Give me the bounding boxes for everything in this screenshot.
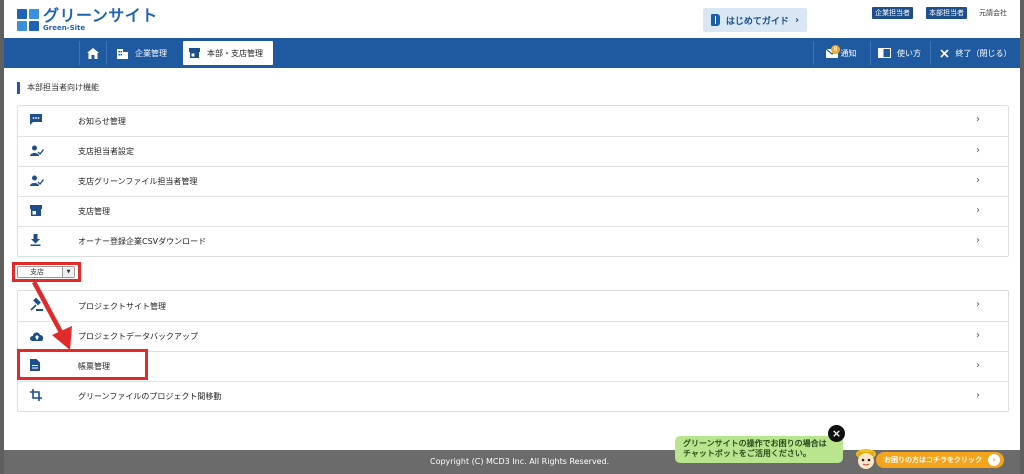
- main-content: 本部担当者向け機能 お知らせ管理 › 支店担当者設定 › 支店グリーンファイル担…: [4, 68, 1020, 450]
- download-icon: [18, 234, 78, 249]
- nav-company-management[interactable]: 企業管理: [111, 41, 181, 65]
- nav-notifications[interactable]: 8 通知: [813, 41, 868, 65]
- list-item-branch-management[interactable]: 支店管理 ›: [18, 196, 1008, 226]
- list-item-label: 支店グリーンファイル担当者管理: [78, 177, 198, 186]
- list-item-label: プロジェクトデータバックアップ: [78, 332, 198, 341]
- branch-function-list: プロジェクトサイト管理 › プロジェクトデータバックアップ › 帳票管理 › グ…: [17, 290, 1009, 412]
- section-title: 本部担当者向け機能: [17, 82, 99, 94]
- list-item-label: プロジェクトサイト管理: [78, 301, 166, 311]
- list-item-notice-management[interactable]: お知らせ管理 ›: [18, 106, 1008, 136]
- nav-exit-close[interactable]: 終了（閉じる）: [930, 41, 1020, 65]
- nav-hq-label: 本部・支店管理: [207, 48, 263, 58]
- nav-hq-branch-management[interactable]: 本部・支店管理: [183, 41, 273, 65]
- list-item-branch-greenfile-staff[interactable]: 支店グリーンファイル担当者管理 ›: [18, 166, 1008, 196]
- chatbot-bubble-line2: チャットボットをご活用ください。: [683, 449, 811, 458]
- list-item-label: 支店担当者設定: [78, 147, 134, 156]
- user-check-icon: [18, 145, 78, 159]
- company-name-link[interactable]: 元請会社: [979, 8, 1007, 18]
- chevron-right-icon: ›: [976, 235, 980, 246]
- list-item-project-data-backup[interactable]: プロジェクトデータバックアップ ›: [18, 321, 1008, 351]
- chatbot-cta-label: お困りの方はコチラをクリック: [884, 456, 982, 464]
- copyright-text: Copyright (C) MCD3 Inc. All Rights Reser…: [430, 457, 610, 466]
- list-item-branch-staff-settings[interactable]: 支店担当者設定 ›: [18, 136, 1008, 166]
- nav-howto-label: 使い方: [897, 48, 921, 58]
- list-item-label: オーナー登録企業CSVダウンロード: [78, 237, 207, 246]
- annotation-arrow: [32, 280, 72, 350]
- company-staff-badge: 企業担当者: [872, 7, 913, 19]
- chevron-right-icon: ›: [976, 390, 980, 401]
- close-icon: [939, 48, 949, 58]
- logo-mark-icon: [17, 9, 39, 31]
- book-icon: [710, 14, 720, 26]
- chevron-right-icon: ›: [976, 330, 980, 341]
- chevron-right-icon: ›: [976, 145, 980, 156]
- list-item-label: お知らせ管理: [78, 116, 126, 126]
- logo-subtitle: Green-Site: [43, 24, 86, 32]
- chevron-right-icon: ›: [976, 360, 980, 371]
- crop-icon: [18, 389, 78, 404]
- list-item-greenfile-project-move[interactable]: グリーンファイルのプロジェクト間移動 ›: [18, 381, 1008, 411]
- chevron-right-icon: ›: [976, 114, 980, 125]
- hq-function-list: お知らせ管理 › 支店担当者設定 › 支店グリーンファイル担当者管理 › 支店管…: [17, 105, 1009, 257]
- book-open-icon: [878, 48, 891, 58]
- list-item-form-management[interactable]: 帳票管理 ›: [18, 351, 1008, 381]
- list-item-label: グリーンファイルのプロジェクト間移動: [78, 392, 222, 401]
- store-icon: [189, 48, 200, 58]
- chatbot-close-button[interactable]: ×: [828, 425, 845, 442]
- site-logo[interactable]: グリーンサイト Green-Site: [17, 8, 158, 32]
- getting-started-guide-button[interactable]: はじめてガイド ›: [703, 8, 807, 32]
- list-item-label: 支店管理: [78, 207, 110, 216]
- notification-count-badge: 8: [831, 45, 840, 54]
- guide-label: はじめてガイド: [725, 16, 789, 27]
- list-item-project-site-management[interactable]: プロジェクトサイト管理 ›: [18, 291, 1008, 321]
- list-item-owner-csv-download[interactable]: オーナー登録企業CSVダウンロード ›: [18, 226, 1008, 256]
- highlight-branch-select: [12, 262, 81, 282]
- chatbot-bubble-line1: グリーンサイトの操作でお困りの場合は: [683, 439, 827, 448]
- chevron-right-icon: ›: [976, 205, 980, 216]
- highlight-form-management: [17, 349, 148, 380]
- nav-exit-label: 終了（閉じる）: [955, 48, 1012, 58]
- store-icon: [18, 204, 78, 219]
- nav-company-label: 企業管理: [135, 48, 167, 58]
- chevron-right-icon: ›: [976, 299, 980, 310]
- user-check-icon: [18, 175, 78, 189]
- chevron-right-icon: ›: [794, 14, 800, 26]
- nav-how-to-use[interactable]: 使い方: [870, 41, 928, 65]
- nav-notice-label: 通知: [840, 48, 857, 58]
- chevron-right-icon: ›: [976, 175, 980, 186]
- message-icon: [18, 114, 78, 128]
- chatbot-bubble[interactable]: グリーンサイトの操作でお困りの場合は チャットボットをご活用ください。: [675, 436, 843, 463]
- home-icon: [87, 47, 99, 59]
- logo-title: グリーンサイト: [43, 6, 158, 25]
- chatbot-open-button[interactable]: お困りの方はコチラをクリック ›: [876, 452, 1004, 468]
- nav-home[interactable]: [79, 41, 107, 65]
- chevron-right-icon: ›: [988, 454, 1000, 466]
- building-icon: [117, 48, 128, 59]
- main-nav: 企業管理 本部・支店管理 8 通知 使い方 終了（閉じる）: [4, 38, 1020, 68]
- top-header: グリーンサイト Green-Site はじめてガイド › 企業担当者 本部担当者…: [4, 0, 1020, 38]
- hq-staff-badge: 本部担当者: [926, 7, 967, 19]
